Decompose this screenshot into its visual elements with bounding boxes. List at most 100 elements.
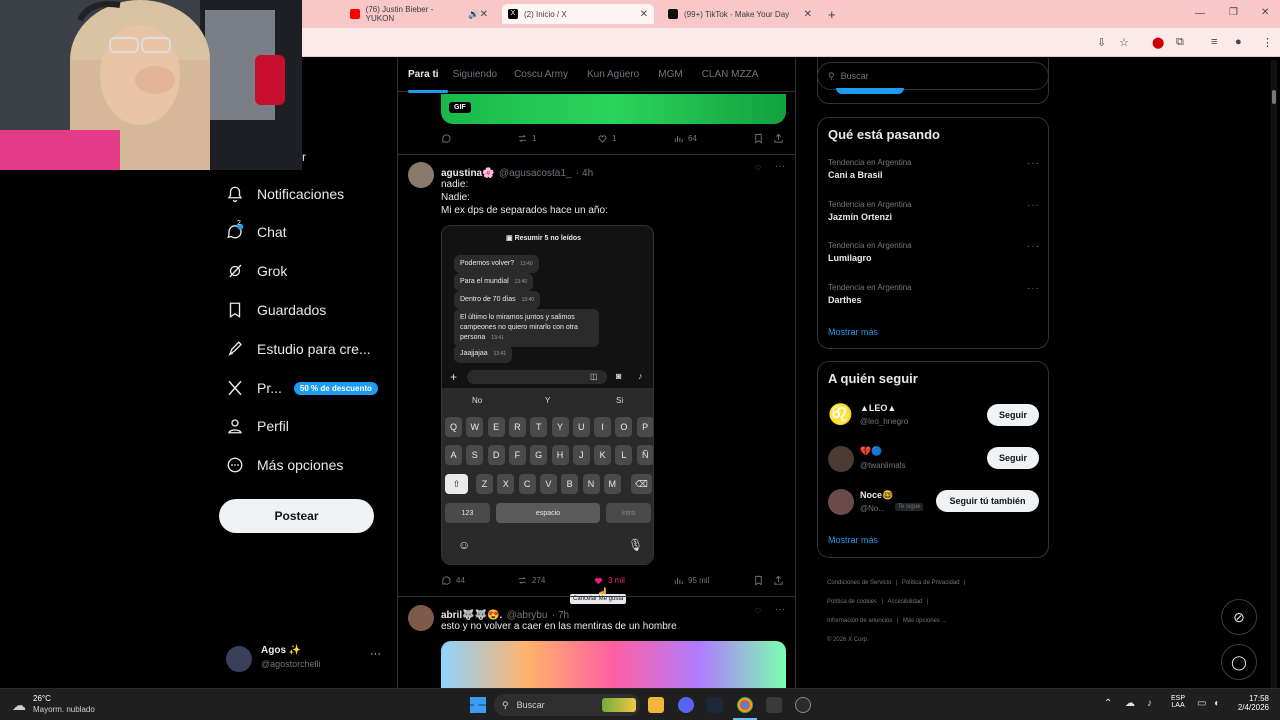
trend-more-icon[interactable]: ··· <box>1027 200 1040 211</box>
share-button[interactable] <box>773 575 788 586</box>
sidebar-item-grok[interactable]: Grok <box>226 257 287 285</box>
browser-tab-youtube[interactable]: (76) Justin Bieber - YUKON 🔊 ✕ <box>344 4 494 24</box>
reply-button[interactable] <box>441 133 456 144</box>
sidebar-item-chat[interactable]: Chat <box>226 218 287 246</box>
windows-start-icon[interactable] <box>470 697 486 713</box>
grok-explain-icon[interactable]: ◌ <box>755 605 761 616</box>
taskbar-search[interactable]: ⚲ Buscar <box>494 694 640 716</box>
volume-icon[interactable]: ◖ <box>1213 698 1219 709</box>
like-button[interactable]: 1 <box>597 133 616 144</box>
follow-avatar[interactable] <box>828 489 854 515</box>
speaker-icon[interactable]: 🔊 <box>468 9 479 20</box>
footer-link[interactable]: Política de cookies <box>827 599 877 605</box>
weather-icon[interactable]: ☁ <box>12 697 26 714</box>
follow-button[interactable]: Seguir <box>987 404 1039 426</box>
subscribe-button-partial[interactable] <box>836 88 904 94</box>
trends-show-more-link[interactable]: Mostrar más <box>828 327 878 337</box>
media-icon[interactable]: ≡ <box>1211 36 1217 48</box>
tray-mic-icon[interactable]: ♪ <box>1147 698 1152 709</box>
browser-tab-x[interactable]: X (2) Inicio / X ✕ <box>502 4 654 24</box>
sidebar-item-notifications[interactable]: Notificaciones <box>226 180 344 208</box>
new-tab-button[interactable]: + <box>822 4 842 24</box>
tweet-more-icon[interactable]: ··· <box>775 161 785 172</box>
close-tab-icon[interactable]: ✕ <box>804 9 812 20</box>
follow-name[interactable]: 💔🔵 <box>860 446 882 457</box>
weather-desc[interactable]: Mayorm. nublado <box>33 705 95 714</box>
footer-link[interactable]: Condiciones de Servicio <box>827 580 891 586</box>
views-button[interactable]: 64 <box>673 133 697 144</box>
keyboard-photo[interactable] <box>441 641 786 688</box>
bookmark-button[interactable] <box>753 575 768 586</box>
follow-show-more-link[interactable]: Mostrar más <box>828 535 878 545</box>
leo-avatar-icon[interactable]: ♌ <box>828 402 853 427</box>
steam-icon[interactable] <box>707 697 723 713</box>
tab-coscu-army[interactable]: Coscu Army <box>514 69 568 80</box>
tab-para-ti[interactable]: Para ti <box>408 69 439 80</box>
app-icon[interactable] <box>766 697 782 713</box>
clock[interactable]: 17:58 2/4/2026 <box>1235 694 1269 712</box>
share-button[interactable] <box>773 133 788 144</box>
sidebar-item-more[interactable]: Más opciones <box>226 451 343 479</box>
tab-siguiendo[interactable]: Siguiendo <box>453 69 497 80</box>
browser-menu-icon[interactable]: ⋮ <box>1262 36 1273 49</box>
trend-item[interactable]: Tendencia en Argentina Lumilagro ··· <box>828 241 1040 263</box>
discord-icon[interactable] <box>678 697 694 713</box>
close-tab-icon[interactable]: ✕ <box>480 9 488 20</box>
extensions-icon[interactable]: ⧉ <box>1176 36 1184 49</box>
page-scrollbar[interactable] <box>1271 60 1277 688</box>
trend-more-icon[interactable]: ··· <box>1027 158 1040 169</box>
views-button[interactable]: 95 mil <box>673 575 709 586</box>
footer-link[interactable]: Información de anuncios <box>827 618 892 624</box>
tweet-avatar[interactable] <box>408 162 434 188</box>
app-settings-icon[interactable] <box>795 697 811 713</box>
messages-float-button[interactable]: ◯ <box>1221 644 1257 680</box>
sidebar-item-profile[interactable]: Perfil <box>226 412 289 440</box>
extension-red-icon[interactable]: ⬤ <box>1152 36 1164 49</box>
tweet-more-icon[interactable]: ··· <box>775 604 785 615</box>
chrome-icon[interactable] <box>737 697 753 713</box>
maximize-icon[interactable]: ❐ <box>1229 7 1238 18</box>
sidebar-item-bookmarks[interactable]: Guardados <box>226 296 326 324</box>
repost-button[interactable]: 1 <box>517 133 536 144</box>
gif-media[interactable]: GIF <box>441 94 786 124</box>
trend-item[interactable]: Tendencia en Argentina Jazmín Ortenzi ··… <box>828 200 1040 222</box>
network-icon[interactable]: ▭ <box>1197 698 1206 709</box>
bookmark-button[interactable] <box>753 133 768 144</box>
install-app-icon[interactable]: ⇩ <box>1097 36 1106 49</box>
follow-name[interactable]: Noce🤓 <box>860 490 893 501</box>
footer-link[interactable]: Accesibilidad <box>888 599 923 605</box>
trend-item[interactable]: Tendencia en Argentina Darthes ··· <box>828 283 1040 305</box>
grok-float-button[interactable]: ⊘ <box>1221 599 1257 635</box>
browser-tab-tiktok[interactable]: (99+) TikTok - Make Your Day ✕ <box>662 4 818 24</box>
post-button[interactable]: Postear <box>219 499 374 533</box>
tweet-avatar[interactable] <box>408 605 434 631</box>
tray-chevron-icon[interactable]: ⌃ <box>1104 698 1112 709</box>
follow-back-button[interactable]: Seguir tú también <box>936 490 1039 512</box>
sidebar-item-creator-studio[interactable]: Estudio para cre... <box>226 335 371 363</box>
minimize-icon[interactable]: — <box>1195 8 1205 19</box>
file-explorer-icon[interactable] <box>648 697 664 713</box>
weather-temp[interactable]: 26°C <box>33 694 51 703</box>
grok-explain-icon[interactable]: ◌ <box>755 162 761 173</box>
trend-item[interactable]: Tendencia en Argentina Cani a Brasil ··· <box>828 158 1040 180</box>
sidebar-item-premium[interactable]: Pr... 50 % de descuento <box>226 374 378 402</box>
tab-kun-aguero[interactable]: Kun Agüero <box>587 69 639 80</box>
account-more-icon[interactable]: ··· <box>370 648 381 660</box>
follow-button[interactable]: Seguir <box>987 447 1039 469</box>
follow-avatar[interactable] <box>828 446 854 472</box>
star-icon[interactable]: ☆ <box>1119 36 1129 49</box>
tweet-image[interactable]: ▣ Resumir 5 no leídos Podemos volver? 13:… <box>441 225 654 565</box>
repost-button[interactable]: 274 <box>517 575 545 586</box>
trend-more-icon[interactable]: ··· <box>1027 283 1040 294</box>
profile-avatar-icon[interactable]: ● <box>1235 36 1242 48</box>
follow-name[interactable]: ▲LEO▲ <box>860 403 896 413</box>
tray-network-app-icon[interactable]: ☁ <box>1125 698 1135 709</box>
scrollbar-thumb[interactable] <box>1272 90 1276 104</box>
like-button[interactable]: 3 mil <box>593 575 625 586</box>
tab-clan-mzza[interactable]: CLAN MZZA <box>702 69 759 80</box>
language-indicator[interactable]: ESP LAA <box>1171 695 1185 709</box>
footer-link[interactable]: Política de Privacidad <box>902 580 960 586</box>
close-tab-icon[interactable]: ✕ <box>640 9 648 20</box>
footer-link[interactable]: Más opciones ... <box>903 618 947 624</box>
trend-more-icon[interactable]: ··· <box>1027 241 1040 252</box>
